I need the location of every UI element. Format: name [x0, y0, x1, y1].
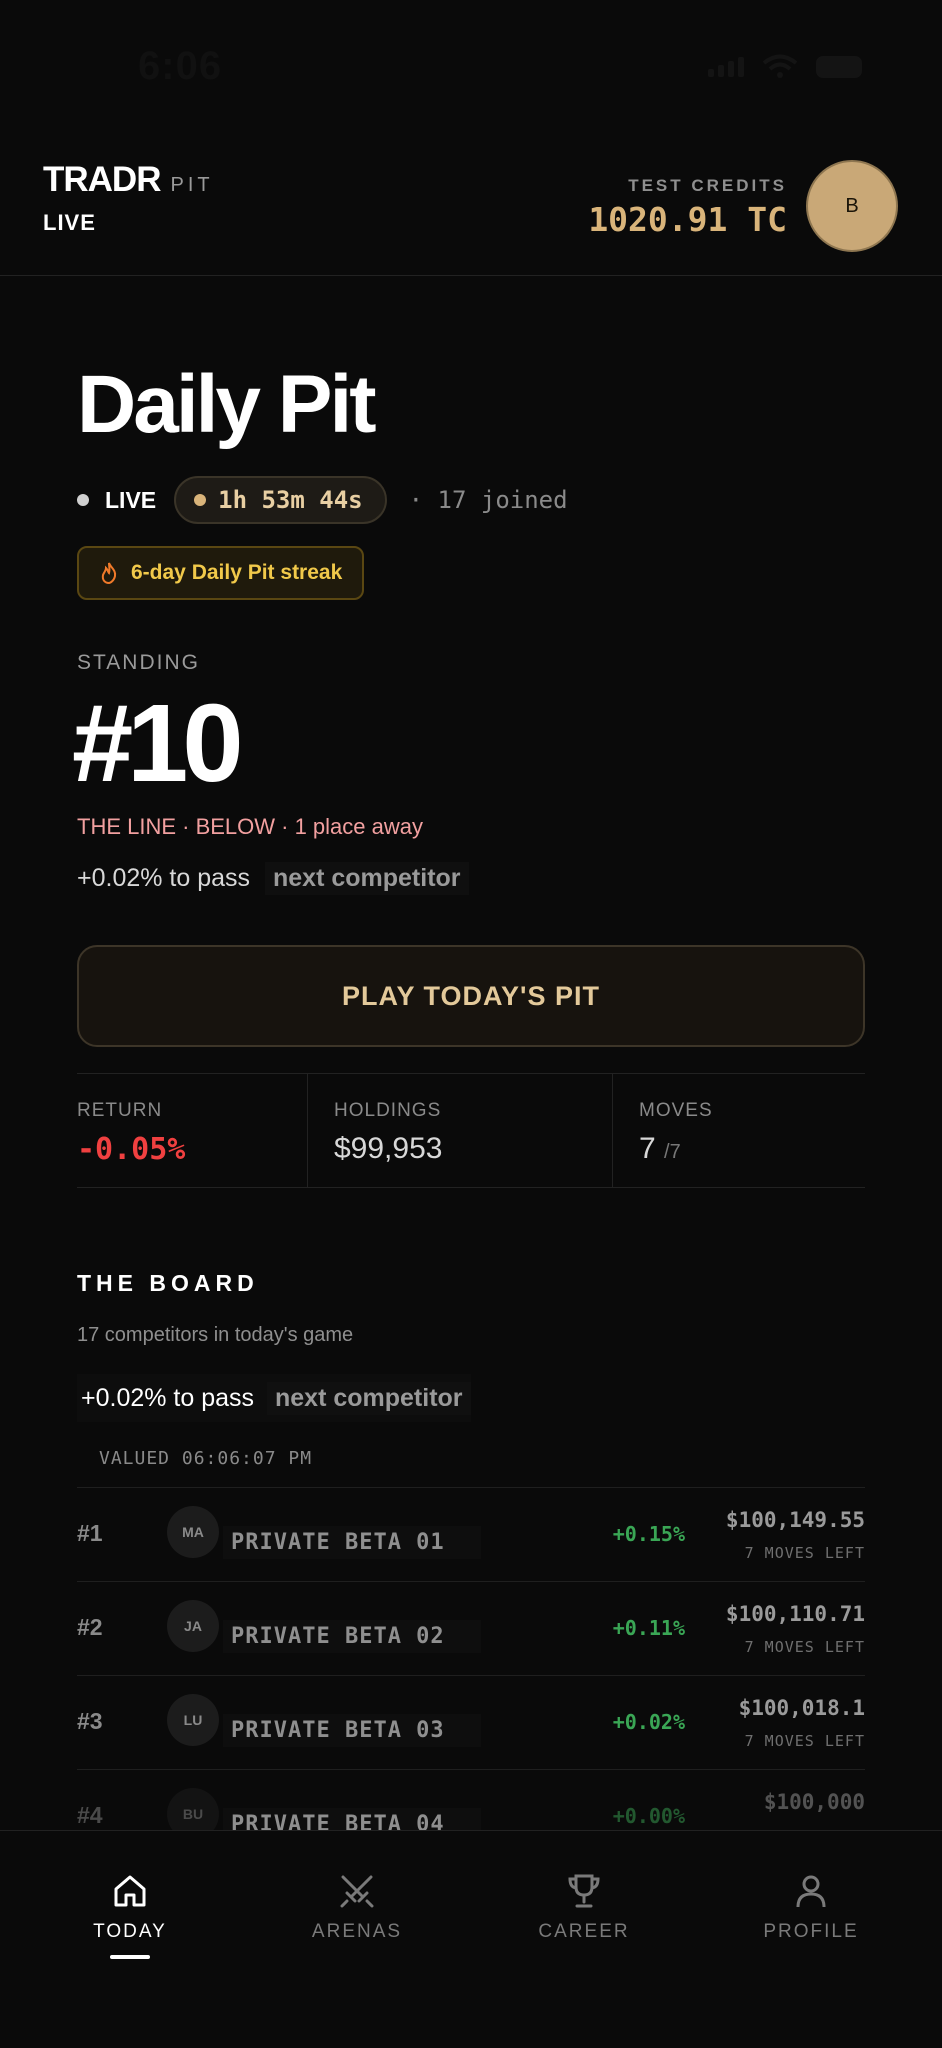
next-competitor-chip: next competitor	[265, 861, 469, 895]
pass-text: +0.02% to pass	[77, 863, 251, 892]
stat-return: RETURN -0.05%	[77, 1074, 307, 1187]
row-name: PRIVATE BETA 02	[223, 1620, 481, 1653]
bottom-tab-bar: TODAY ARENAS CAREER PROFILE	[0, 1830, 942, 2048]
stats-row: RETURN -0.05% HOLDINGS $99,953 MOVES 7 /…	[77, 1073, 865, 1188]
stat-holdings: HOLDINGS $99,953	[307, 1074, 612, 1187]
streak-text: 6-day Daily Pit streak	[131, 561, 343, 584]
standing-label: STANDING	[77, 651, 200, 674]
live-status-row: LIVE 1h 53m 44s · 17 joined	[77, 476, 568, 524]
signal-icon	[708, 57, 744, 77]
streak-badge: 6-day Daily Pit streak	[77, 546, 365, 600]
tab-career[interactable]: CAREER	[494, 1871, 674, 1943]
row-moves-left: 7 MOVES LEFT	[744, 1732, 865, 1750]
status-icons	[708, 54, 862, 80]
active-tab-indicator	[110, 1955, 150, 1959]
row-value: $100,018.1	[738, 1696, 865, 1720]
row-value: $100,110.71	[725, 1602, 865, 1626]
board-pass-text: +0.02% to pass	[81, 1383, 255, 1412]
valued-timestamp: VALUED 06:06:07 PM	[99, 1448, 313, 1469]
holdings-value: $99,953	[334, 1132, 443, 1165]
tab-label: TODAY	[93, 1921, 167, 1942]
live-indicator: LIVE	[43, 210, 96, 235]
moves-total: /7	[664, 1141, 681, 1163]
tab-profile[interactable]: PROFILE	[721, 1871, 901, 1943]
row-moves-left: 7 MOVES LEFT	[744, 1638, 865, 1656]
line-status: THE LINE · BELOW · 1 place away	[77, 814, 423, 839]
credits-value: 1020.91 TC	[588, 200, 787, 239]
row-change: +0.15%	[612, 1522, 685, 1546]
brand-sub: PIT	[170, 174, 214, 196]
tab-arenas[interactable]: ARENAS	[267, 1871, 447, 1943]
holdings-label: HOLDINGS	[334, 1100, 442, 1121]
live-label: LIVE	[105, 486, 157, 513]
row-change: +0.02%	[612, 1710, 685, 1734]
row-rank: #1	[77, 1520, 103, 1546]
leaderboard-row[interactable]: #3 LU PRIVATE BETA 03 +0.02% $100,018.1 …	[77, 1675, 865, 1769]
tab-label: CAREER	[538, 1921, 630, 1942]
leaderboard-list: #1 MA PRIVATE BETA 01 +0.15% $100,149.55…	[77, 1487, 865, 1863]
play-todays-pit-button[interactable]: PLAY TODAY'S PIT	[77, 945, 865, 1047]
row-avatar: LU	[167, 1694, 219, 1746]
tab-today[interactable]: TODAY	[40, 1871, 220, 1959]
swords-icon	[340, 1875, 374, 1908]
return-value: -0.05%	[77, 1132, 186, 1167]
pass-info: +0.02% to pass next competitor	[77, 858, 469, 898]
page-title: Daily Pit	[77, 359, 377, 450]
app-header: TRADR PIT LIVE TEST CREDITS 1020.91 TC B	[0, 140, 942, 276]
board-next-competitor-chip: next competitor	[267, 1381, 471, 1415]
row-name: PRIVATE BETA 03	[223, 1714, 481, 1747]
home-icon	[114, 1875, 146, 1907]
joined-count: · 17 joined	[408, 486, 568, 514]
user-icon	[796, 1875, 826, 1908]
moves-value: 7 /7	[639, 1132, 865, 1166]
wifi-icon	[762, 54, 798, 78]
return-label: RETURN	[77, 1100, 163, 1121]
board-title: THE BOARD	[77, 1270, 259, 1296]
row-avatar: MA	[167, 1506, 219, 1558]
standing-value: #10	[72, 682, 244, 805]
brand-logo[interactable]: TRADR PIT	[43, 160, 214, 200]
flame-icon	[101, 562, 117, 585]
battery-icon	[816, 56, 862, 78]
row-avatar: JA	[167, 1600, 219, 1652]
countdown-timer: 1h 53m 44s	[174, 476, 387, 524]
profile-avatar-button[interactable]: B	[806, 160, 898, 252]
row-rank: #4	[77, 1802, 103, 1828]
row-rank: #2	[77, 1614, 103, 1640]
row-value: $100,149.55	[725, 1508, 865, 1532]
row-rank: #3	[77, 1708, 103, 1734]
board-pass-info: +0.02% to pass next competitor	[77, 1374, 471, 1422]
timer-text: 1h 53m 44s	[218, 486, 363, 514]
leaderboard-row[interactable]: #1 MA PRIVATE BETA 01 +0.15% $100,149.55…	[77, 1487, 865, 1581]
row-name: PRIVATE BETA 01	[223, 1526, 481, 1559]
status-time: 6:06	[138, 44, 223, 88]
tab-label: ARENAS	[311, 1921, 403, 1942]
moves-label: MOVES	[639, 1100, 713, 1121]
tab-label: PROFILE	[763, 1921, 859, 1942]
brand-name: TRADR	[43, 160, 161, 199]
row-change: +0.00%	[612, 1804, 685, 1828]
leaderboard-row[interactable]: #2 JA PRIVATE BETA 02 +0.11% $100,110.71…	[77, 1581, 865, 1675]
row-value: $100,000	[763, 1790, 865, 1814]
credits-label: TEST CREDITS	[628, 176, 787, 195]
status-bar: 6:06	[0, 0, 942, 140]
live-dot-icon	[77, 494, 89, 506]
board-subtitle: 17 competitors in today's game	[77, 1324, 354, 1346]
row-moves-left: 7 MOVES LEFT	[744, 1544, 865, 1562]
moves-count: 7	[639, 1132, 656, 1165]
trophy-icon	[568, 1874, 600, 1908]
timer-dot-icon	[194, 494, 207, 506]
stat-moves: MOVES 7 /7	[612, 1074, 865, 1187]
row-change: +0.11%	[612, 1616, 685, 1640]
